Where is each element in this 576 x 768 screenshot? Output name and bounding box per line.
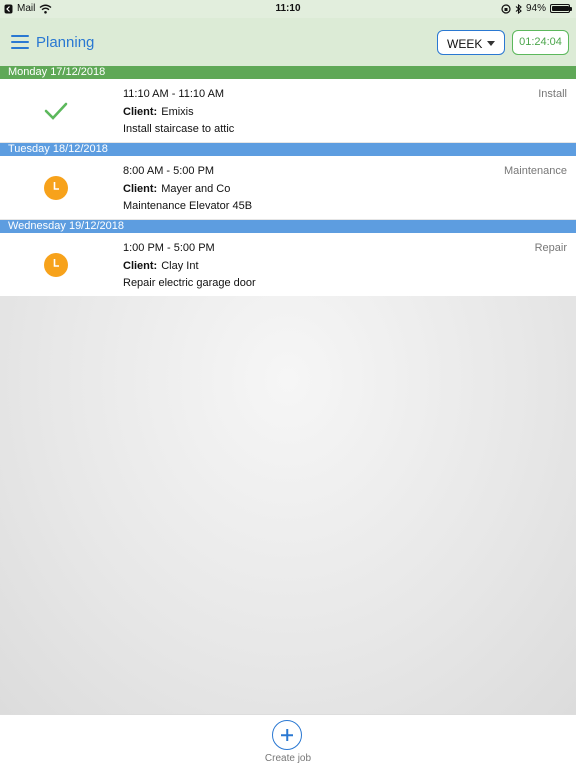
job-list: Monday 17/12/2018 11:10 AM - 11:10 AM In… xyxy=(0,66,576,297)
job-type: Maintenance xyxy=(504,165,567,177)
job-client: Client: Emixis xyxy=(123,106,194,118)
client-name: Clay Int xyxy=(161,260,199,272)
job-description: Install staircase to attic xyxy=(123,123,235,135)
job-row[interactable]: 1:00 PM - 5:00 PM Repair Client: Clay Int… xyxy=(0,233,576,297)
view-range-select[interactable]: WEEK xyxy=(437,30,505,55)
job-client: Client: Mayer and Co xyxy=(123,183,230,195)
job-description: Repair electric garage door xyxy=(123,277,256,289)
status-bar: Mail 11:10 94% xyxy=(0,0,576,18)
client-name: Mayer and Co xyxy=(161,183,231,195)
page-title: Planning xyxy=(36,34,95,51)
job-client: Client: Clay Int xyxy=(123,260,199,272)
day-header: Tuesday 18/12/2018 xyxy=(0,143,576,156)
job-time: 11:10 AM - 11:10 AM xyxy=(123,88,225,100)
battery-icon xyxy=(550,4,572,13)
status-time: 11:10 xyxy=(275,3,301,14)
timer-button[interactable]: 01:24:04 xyxy=(512,30,569,55)
client-name: Emixis xyxy=(161,106,194,118)
bottom-toolbar: Create job xyxy=(0,714,576,768)
client-label: Client: xyxy=(123,260,158,272)
job-description: Maintenance Elevator 45B xyxy=(123,200,253,212)
check-icon xyxy=(44,102,68,120)
clock-icon xyxy=(44,176,68,200)
job-row[interactable]: 8:00 AM - 5:00 PM Maintenance Client: May… xyxy=(0,156,576,220)
empty-list-area xyxy=(0,296,576,714)
job-time: 1:00 PM - 5:00 PM xyxy=(123,242,215,254)
view-range-value: WEEK xyxy=(447,37,483,51)
hamburger-menu-icon[interactable] xyxy=(11,35,29,49)
create-job-label[interactable]: Create job xyxy=(0,753,576,764)
bluetooth-icon xyxy=(515,3,522,14)
day-header: Wednesday 19/12/2018 xyxy=(0,220,576,233)
battery-percent: 94% xyxy=(525,3,546,14)
status-right: 94% xyxy=(501,3,572,14)
orientation-lock-icon xyxy=(501,3,511,14)
day-header: Monday 17/12/2018 xyxy=(0,66,576,79)
job-type: Install xyxy=(538,88,567,100)
job-time: 8:00 AM - 5:00 PM xyxy=(123,165,215,177)
job-row[interactable]: 11:10 AM - 11:10 AM Install Client: Emixi… xyxy=(0,79,576,143)
caret-down-icon xyxy=(487,41,495,46)
client-label: Client: xyxy=(123,106,158,118)
create-job-plus-icon[interactable] xyxy=(272,720,302,750)
client-label: Client: xyxy=(123,183,158,195)
battery-fill xyxy=(552,6,569,11)
job-type: Repair xyxy=(534,242,567,254)
clock-icon xyxy=(44,253,68,277)
app-header: Planning WEEK 01:24:04 xyxy=(0,18,576,66)
